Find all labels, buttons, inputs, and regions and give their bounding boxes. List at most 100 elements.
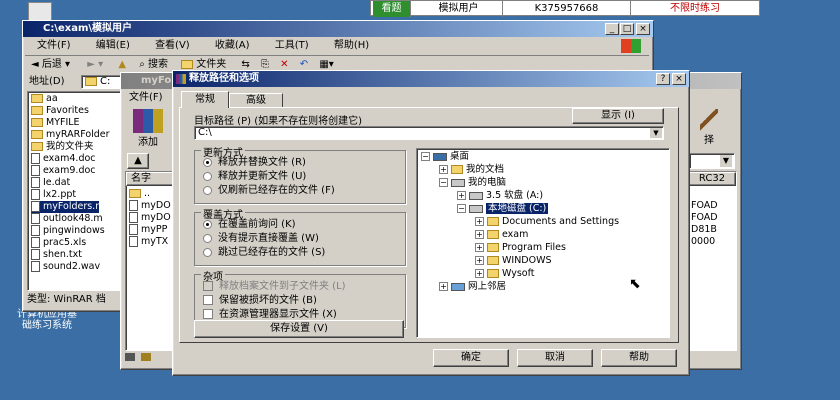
select-tool-button[interactable]: 择 bbox=[689, 107, 729, 149]
folder-tree[interactable]: − 桌面 + 我的文档 − 我的电脑 +3.5 软盘 (A:) − 本地磁盘 (C:) … bbox=[416, 148, 670, 338]
winrar-menu-file[interactable]: 文件(F) bbox=[129, 92, 163, 103]
save-settings-button[interactable]: 保存设置 (V) bbox=[194, 320, 404, 338]
list-item[interactable]: lx2.ppt bbox=[31, 189, 76, 201]
path-dropdown[interactable]: ▼ bbox=[689, 153, 735, 169]
menu-view[interactable]: 查看(V) bbox=[155, 40, 190, 51]
list-item[interactable]: aa bbox=[31, 93, 58, 105]
doc-file-icon bbox=[129, 200, 138, 211]
menu-favorites[interactable]: 收藏(A) bbox=[215, 40, 250, 51]
disk-icon bbox=[125, 353, 135, 361]
crc-value: 0000 bbox=[691, 236, 716, 247]
list-item[interactable]: MYFILE bbox=[31, 117, 80, 129]
views-icon[interactable]: ▦▾ bbox=[319, 59, 333, 70]
list-item[interactable]: .. bbox=[129, 188, 150, 200]
dialog-titlebar[interactable]: 释放路径和选项 bbox=[173, 71, 689, 87]
winrar-menubar: 文件(F) bbox=[129, 91, 163, 105]
dialog-close-button[interactable]: × bbox=[672, 73, 686, 85]
dialog-title: 释放路径和选项 bbox=[189, 73, 259, 84]
minimize-button[interactable]: _ bbox=[605, 23, 619, 35]
list-item[interactable]: 我的文件夹 bbox=[31, 141, 94, 153]
folder-icon bbox=[487, 256, 499, 265]
crc-column: RC32 FOAD FOAD D81B 0000 bbox=[687, 171, 737, 351]
list-item[interactable]: Favorites bbox=[31, 105, 89, 117]
folders-button[interactable]: 文件夹 bbox=[181, 59, 226, 70]
list-item[interactable]: exam9.doc bbox=[31, 165, 96, 177]
list-item[interactable]: myDO bbox=[129, 200, 171, 212]
tree-item-my-computer[interactable]: − 我的电脑 bbox=[439, 177, 506, 189]
crc-value: FOAD bbox=[691, 200, 718, 211]
desktop-icon-top[interactable] bbox=[28, 2, 52, 22]
radio-update[interactable]: 释放并更新文件 (U) bbox=[203, 170, 306, 184]
file-list[interactable]: aa Favorites MYFILE myRARFolder 我的文件夹 ex… bbox=[27, 91, 123, 291]
list-item[interactable]: prac5.xls bbox=[31, 237, 86, 249]
list-item[interactable]: shen.txt bbox=[31, 249, 82, 261]
tree-item-desktop[interactable]: − 桌面 bbox=[421, 151, 469, 163]
search-button[interactable]: ⌕ 搜索 bbox=[139, 59, 168, 70]
archive-list[interactable]: 名字 .. myDO myDO myPP myTX bbox=[125, 171, 175, 351]
list-item[interactable]: myDO bbox=[129, 212, 171, 224]
dialog-help-button[interactable]: ? bbox=[656, 73, 670, 85]
ok-button[interactable]: 确定 bbox=[433, 349, 509, 367]
tree-item-network[interactable]: + 网上邻居 bbox=[439, 281, 506, 293]
list-item[interactable]: myRARFolder bbox=[31, 129, 110, 141]
undo-icon[interactable]: ↶ bbox=[300, 59, 308, 70]
list-item[interactable]: outlook48.m bbox=[31, 213, 103, 225]
radio-refresh[interactable]: 仅刷新已经存在的文件 (F) bbox=[203, 184, 335, 198]
chevron-down-icon[interactable]: ▼ bbox=[650, 128, 662, 138]
radio-ask-overwrite[interactable]: 在覆盖前询问 (K) bbox=[203, 218, 296, 232]
xls-file-icon bbox=[31, 237, 40, 248]
help-button[interactable]: 帮助 bbox=[601, 349, 677, 367]
radio-replace[interactable]: 释放并替换文件 (R) bbox=[203, 156, 306, 170]
list-item[interactable]: sound2.wav bbox=[31, 261, 100, 273]
checkbox-keep-broken[interactable]: 保留被损坏的文件 (B) bbox=[203, 294, 317, 308]
list-item[interactable]: pingwindows bbox=[31, 225, 105, 237]
menu-edit[interactable]: 编辑(E) bbox=[96, 40, 130, 51]
tree-item-folder[interactable]: + exam bbox=[475, 229, 528, 241]
checkbox-subfolders[interactable]: 释放档案文件到子文件夹 (L) bbox=[203, 280, 346, 294]
list-item[interactable]: myTX bbox=[129, 236, 168, 248]
close-button[interactable]: × bbox=[636, 23, 650, 35]
tab-general[interactable]: 常规 bbox=[181, 91, 229, 108]
up-level-button[interactable]: ▲ bbox=[127, 153, 149, 169]
status-tag[interactable]: 看题 bbox=[373, 1, 411, 17]
tree-item-folder[interactable]: + Wysoft bbox=[475, 268, 535, 280]
explorer-titlebar[interactable]: C:\exam\模拟用户 bbox=[23, 21, 653, 37]
maximize-button[interactable]: □ bbox=[620, 23, 634, 35]
list-item[interactable]: Ie.dat bbox=[31, 177, 70, 189]
computer-icon bbox=[451, 178, 465, 187]
desktop-icon-label[interactable]: 计算机应用基 础练习系统 bbox=[4, 309, 90, 331]
tree-item-my-documents[interactable]: + 我的文档 bbox=[439, 164, 504, 176]
tree-item-local-disk[interactable]: − 本地磁盘 (C:) bbox=[457, 203, 549, 215]
select-label: 择 bbox=[704, 135, 714, 146]
list-item[interactable]: exam4.doc bbox=[31, 153, 96, 165]
winrar-icon bbox=[176, 74, 186, 84]
tree-item-folder[interactable]: + WINDOWS bbox=[475, 255, 552, 267]
delete-icon[interactable]: ✕ bbox=[280, 59, 288, 70]
column-header-name[interactable]: 名字 bbox=[126, 172, 174, 186]
move-icon[interactable]: ⇆ bbox=[241, 59, 249, 70]
menu-tools[interactable]: 工具(T) bbox=[275, 40, 309, 51]
menu-file[interactable]: 文件(F) bbox=[37, 40, 71, 51]
forward-button[interactable]: ► ▾ bbox=[87, 59, 103, 70]
list-item[interactable]: myPP bbox=[129, 224, 167, 236]
cancel-button[interactable]: 取消 bbox=[517, 349, 593, 367]
tab-advanced[interactable]: 高级 bbox=[229, 93, 283, 108]
tree-item-floppy[interactable]: +3.5 软盘 (A:) bbox=[457, 190, 543, 202]
winrar-add-button[interactable]: 添加 bbox=[125, 107, 171, 149]
radio-overwrite-silent[interactable]: 没有提示直接覆盖 (W) bbox=[203, 232, 319, 246]
status-text: 类型: WinRAR 档 bbox=[27, 294, 106, 305]
tree-item-folder[interactable]: + Documents and Settings bbox=[475, 216, 619, 228]
column-header-crc[interactable]: RC32 bbox=[688, 172, 736, 186]
hard-drive-icon bbox=[469, 204, 483, 213]
target-path-input[interactable]: C:\ ▼ bbox=[194, 126, 664, 140]
tree-item-folder[interactable]: + Program Files bbox=[475, 242, 566, 254]
up-folder-icon[interactable]: ▲ bbox=[118, 59, 126, 70]
desktop-icon-label-line2: 础练习系统 bbox=[22, 320, 72, 331]
back-button[interactable]: ◄ 后退 ▾ bbox=[31, 59, 70, 70]
menu-help[interactable]: 帮助(H) bbox=[334, 40, 369, 51]
list-item[interactable]: myFolders.r bbox=[31, 201, 100, 213]
winrar-books-icon bbox=[133, 109, 163, 133]
show-button[interactable]: 显示 (I) bbox=[572, 108, 664, 124]
radio-skip-existing[interactable]: 跳过已经存在的文件 (S) bbox=[203, 246, 325, 260]
copy-icon[interactable]: ⎘ bbox=[261, 59, 269, 70]
